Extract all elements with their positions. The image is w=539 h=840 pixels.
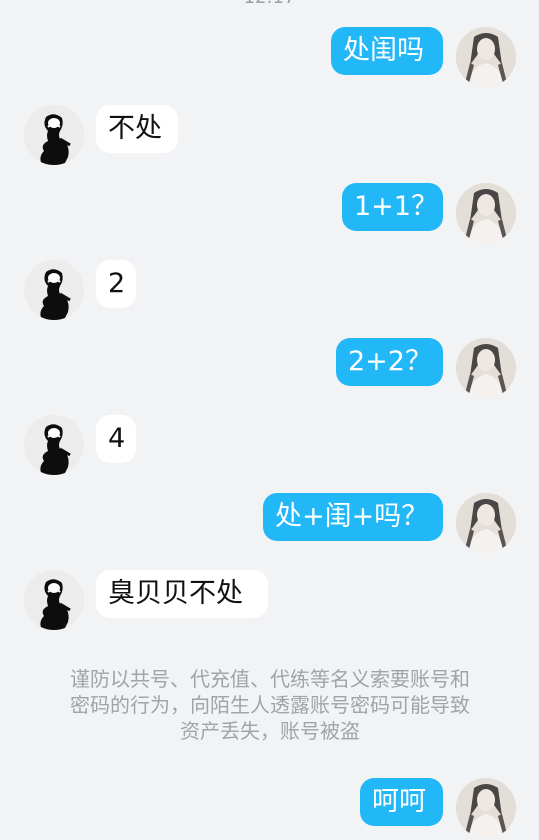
message-timestamp: 12:17: [0, 0, 539, 8]
message-row: 不处: [0, 105, 539, 167]
message-row: 呵呵: [0, 778, 539, 840]
friend-message-bubble[interactable]: 臭贝贝不处: [96, 570, 268, 618]
chat-view: 12:17 处闺吗 不处 1: [0, 0, 539, 838]
message-row: 4: [0, 415, 539, 477]
self-avatar-icon[interactable]: [456, 27, 516, 87]
notice-line: 资产丢失，账号被盗: [180, 719, 360, 743]
security-notice: 谨防以共号、代充值、代练等名义索要账号和 密码的行为，向陌生人透露账号密码可能导…: [40, 666, 500, 744]
message-row: 2: [0, 260, 539, 322]
friend-avatar-icon[interactable]: [24, 415, 84, 475]
message-row: 1+1？: [0, 183, 539, 245]
message-row: 处闺吗: [0, 27, 539, 89]
self-avatar-icon[interactable]: [456, 183, 516, 243]
friend-avatar-icon[interactable]: [24, 105, 84, 165]
self-avatar-icon[interactable]: [456, 338, 516, 398]
message-row: 2+2？: [0, 338, 539, 400]
friend-message-bubble[interactable]: 2: [96, 260, 136, 308]
notice-line: 谨防以共号、代充值、代练等名义索要账号和: [70, 667, 470, 691]
message-row: 处+闺+吗？: [0, 493, 539, 555]
friend-avatar-icon[interactable]: [24, 260, 84, 320]
my-message-bubble[interactable]: 处闺吗: [331, 27, 443, 75]
my-message-bubble[interactable]: 处+闺+吗？: [263, 493, 443, 541]
self-avatar-icon[interactable]: [456, 778, 516, 838]
message-row: 臭贝贝不处: [0, 570, 539, 632]
my-message-bubble[interactable]: 1+1？: [342, 183, 443, 231]
friend-message-bubble[interactable]: 4: [96, 415, 136, 463]
my-message-bubble[interactable]: 2+2？: [336, 338, 443, 386]
friend-avatar-icon[interactable]: [24, 570, 84, 630]
friend-message-bubble[interactable]: 不处: [96, 105, 178, 153]
notice-line: 密码的行为，向陌生人透露账号密码可能导致: [70, 693, 470, 717]
my-message-bubble[interactable]: 呵呵: [360, 778, 443, 826]
self-avatar-icon[interactable]: [456, 493, 516, 553]
